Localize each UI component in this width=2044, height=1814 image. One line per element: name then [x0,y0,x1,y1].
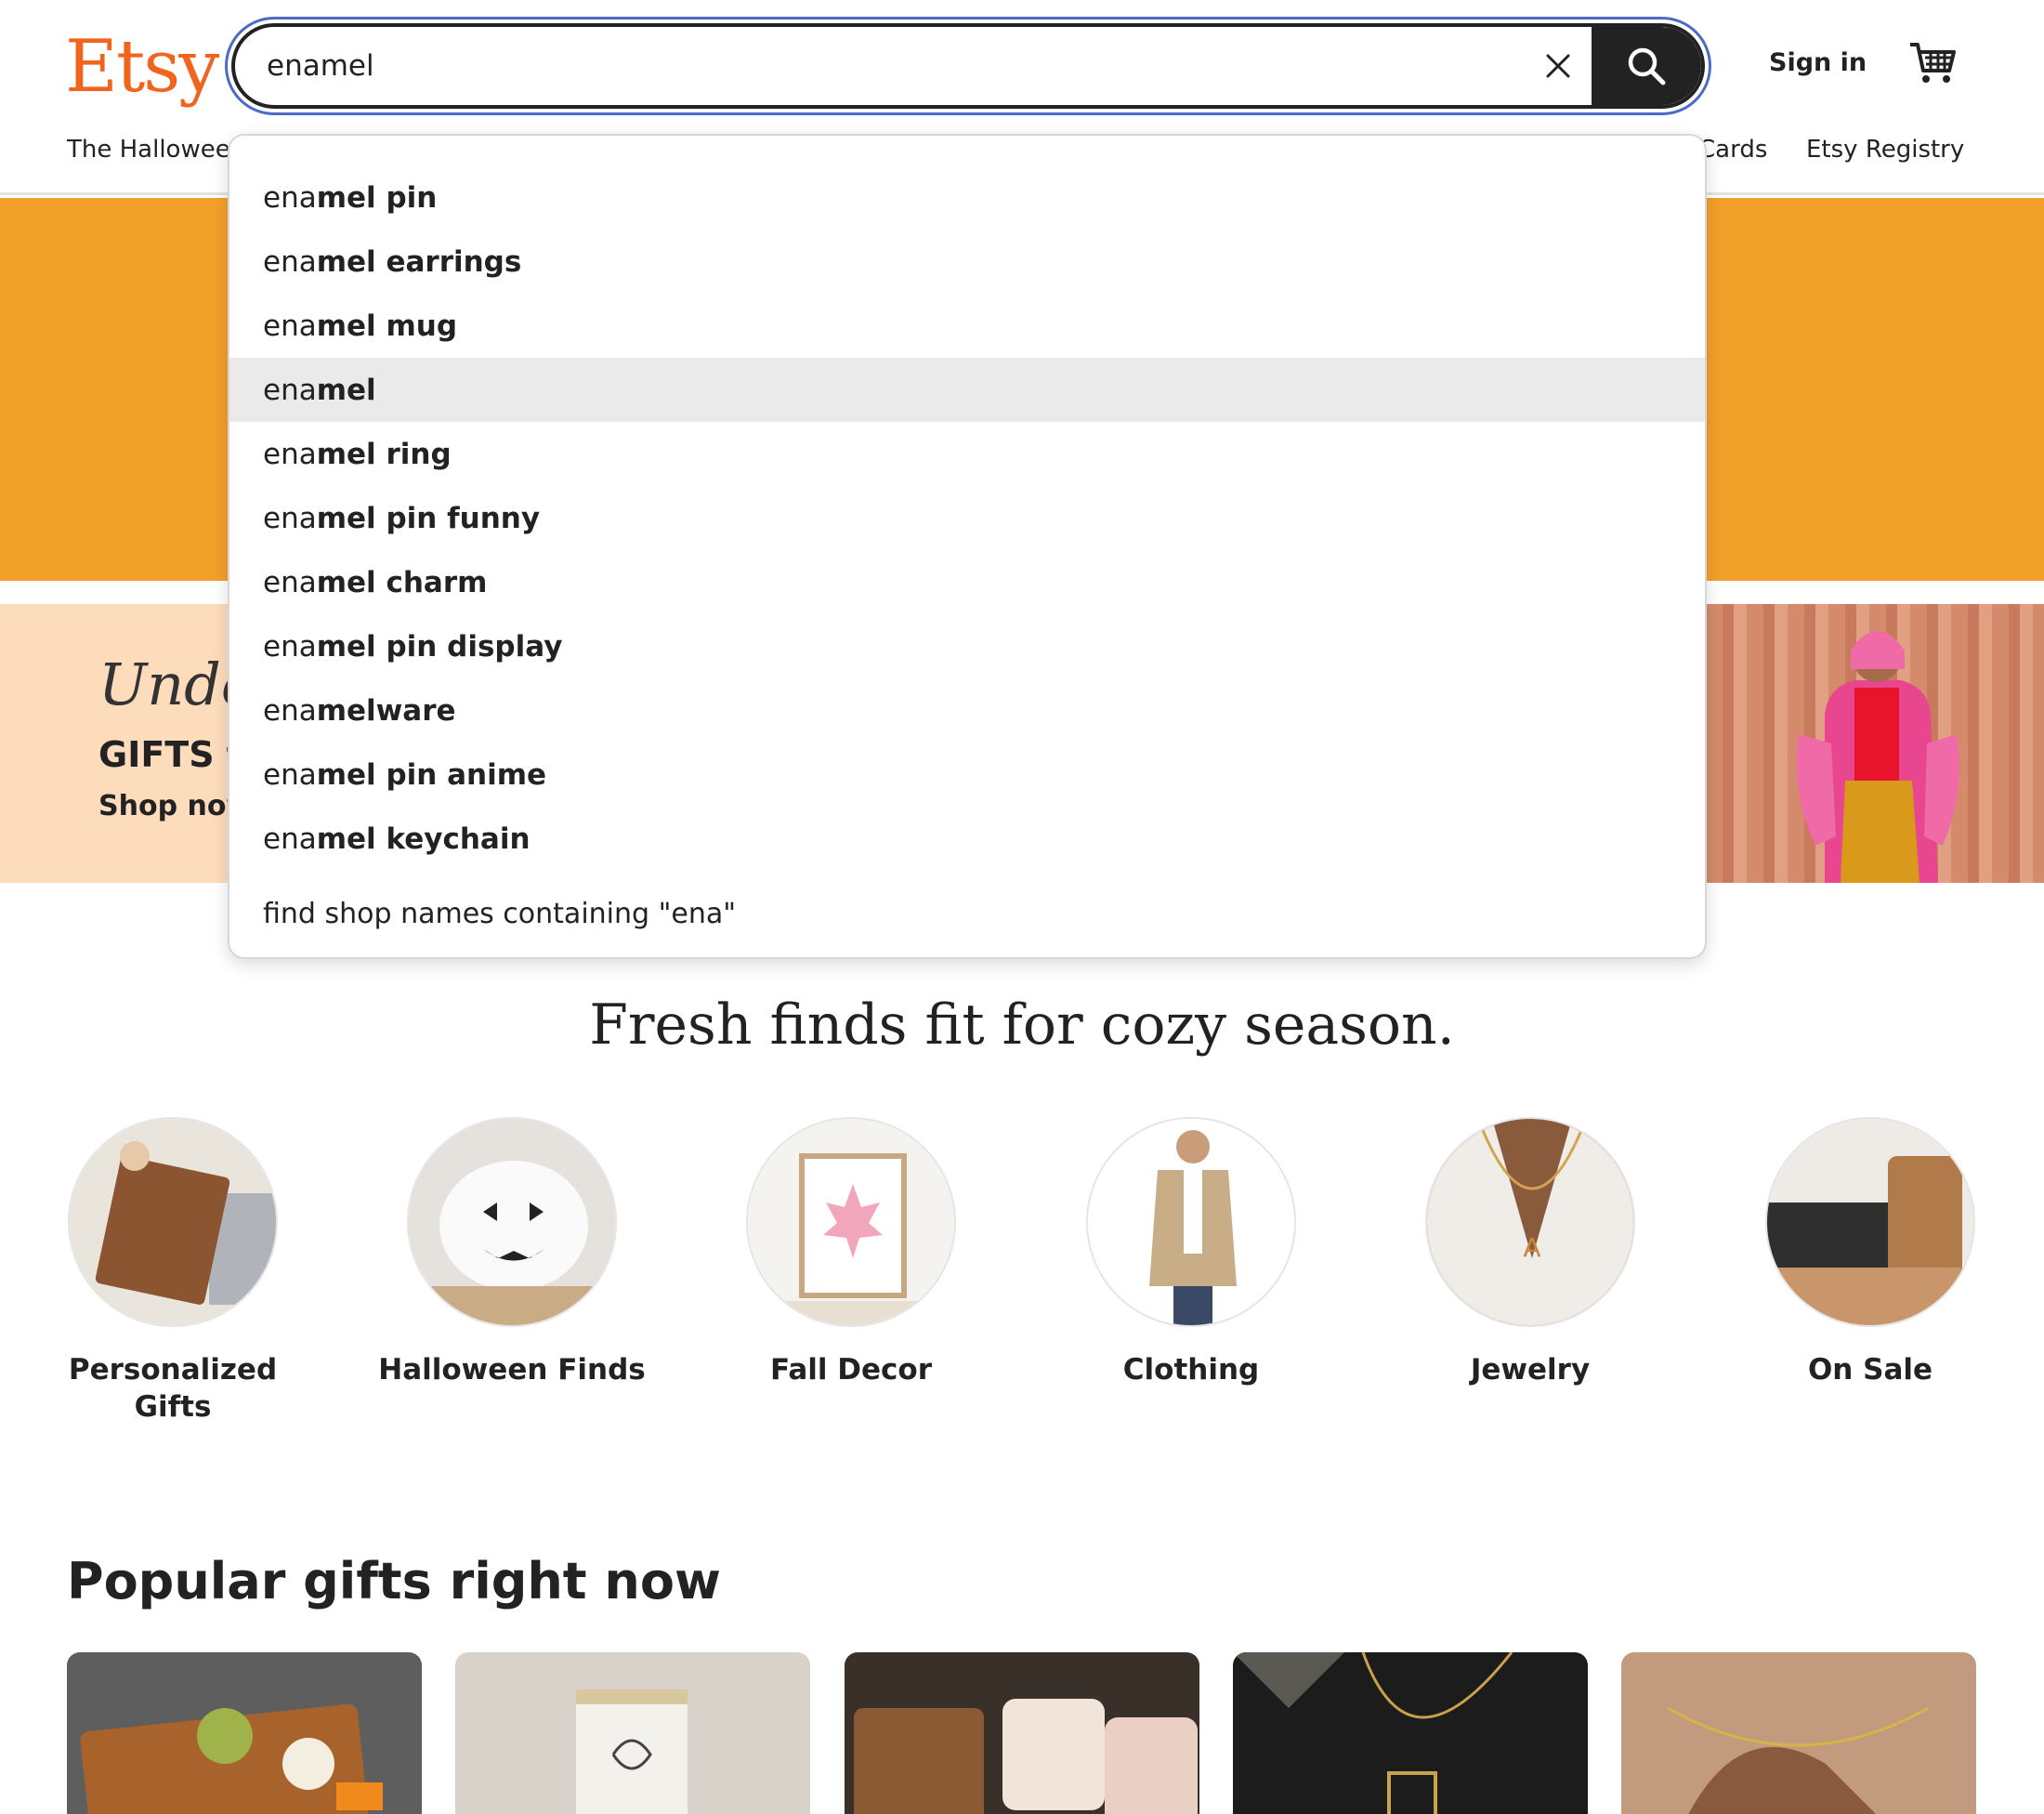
suggestion-typed-prefix: ena [263,693,317,728]
suggestion-completion: mel keychain [316,822,531,856]
search-button[interactable] [1592,27,1701,105]
suggestion-completion: mel [316,373,376,407]
category-image[interactable] [1765,1117,1975,1327]
suggestion-completion: mel pin display [316,629,563,664]
sign-in-link[interactable]: Sign in [1769,48,1867,77]
suggestion-completion: mel charm [316,565,488,599]
suggestion-completion: mel pin [316,180,438,215]
category-image[interactable] [407,1117,617,1327]
search-input[interactable] [267,27,1474,105]
category-clothing[interactable]: Clothing [1052,1117,1330,1388]
promo-shop-link[interactable]: Shop nov [98,790,244,822]
category-on-sale[interactable]: On Sale [1731,1117,2010,1388]
suggestion-completion: mel pin anime [316,757,547,792]
cheese-board-image [67,1652,422,1814]
category-label: On Sale [1807,1353,1933,1387]
section-headline: Fresh finds fit for cozy season. [589,992,1455,1058]
category-label: Personalized Gifts [68,1353,278,1424]
search-suggestions-dropdown: ena mel pin ena mel earrings ena mel mug en… [228,134,1707,959]
category-image[interactable] [1086,1117,1296,1327]
svg-text:A: A [1523,1232,1540,1263]
category-label: Fall Decor [769,1353,933,1387]
white-pumpkin-image [409,1119,615,1325]
category-image[interactable]: A [1425,1117,1635,1327]
suggestion-completion: mel ring [316,437,452,471]
glass-cup-image [455,1652,810,1814]
suggestion-completion: mel mug [316,309,458,343]
category-label: Halloween Finds [378,1353,646,1387]
leather-wallet-image [1767,1119,1973,1325]
suggestion-item[interactable]: ena mel charm [229,550,1705,614]
popular-gifts-title: Popular gifts right now [67,1552,721,1610]
suggestion-completion: mel earrings [316,244,522,279]
gold-necklace-image [1233,1652,1588,1814]
search-box [231,23,1705,109]
category-personalized-gifts[interactable]: Personalized Gifts [33,1117,312,1426]
promo-title: GIFTS t [98,734,243,775]
initial-necklace-image: A [1427,1119,1633,1325]
category-jewelry[interactable]: A Jewelry [1391,1117,1670,1388]
promo-photo [1706,604,2044,883]
nav-item-etsy-registry[interactable]: Etsy Registry [1806,136,1964,164]
suggestion-item[interactable]: ena mel earrings [229,230,1705,294]
nav-item-cards[interactable]: Cards [1698,136,1767,164]
category-label: Clothing [1122,1353,1260,1387]
category-fall-decor[interactable]: Fall Decor [712,1117,990,1388]
product-card[interactable] [1233,1652,1588,1814]
suggestion-item[interactable]: ena mel ring [229,422,1705,486]
search-bar [225,17,1711,115]
close-icon [1546,54,1570,78]
name-necklace-image [1621,1652,1976,1814]
category-image[interactable] [68,1117,278,1327]
suggestion-typed-prefix: ena [263,501,317,535]
product-card[interactable] [455,1652,810,1814]
suggestion-typed-prefix: ena [263,373,317,407]
suggestion-typed-prefix: ena [263,180,317,215]
man-in-coat-image [1088,1119,1294,1325]
suggestion-item[interactable]: ena mel pin display [229,614,1705,678]
nav-item-halloween[interactable]: The Halloween [67,136,245,164]
suggestion-item[interactable]: ena mel pin [229,165,1705,230]
suggestion-item[interactable]: ena mel keychain [229,807,1705,871]
product-card[interactable] [1621,1652,1976,1814]
category-image[interactable] [746,1117,956,1327]
maple-leaf-print-image [748,1119,954,1325]
suggestion-typed-prefix: ena [263,309,317,343]
cart-icon [1910,43,1956,83]
suggestion-typed-prefix: ena [263,437,317,471]
etsy-logo[interactable]: Etsy [65,20,219,113]
suggestion-item[interactable]: ena melware [229,678,1705,743]
person-in-pink-jacket-image [1796,631,1959,883]
category-label: Jewelry [1470,1353,1591,1387]
cart-button[interactable] [1906,37,1959,89]
suggestion-completion: melware [316,693,456,728]
product-card[interactable] [67,1652,422,1814]
suggestion-typed-prefix: ena [263,757,317,792]
suggestion-item-highlighted[interactable]: ena mel [229,358,1705,422]
suggestion-completion: mel pin funny [316,501,541,535]
find-shop-names-item[interactable]: find shop names containing "ena" [229,882,1705,946]
jewelry-box-image [845,1652,1199,1814]
suggestion-item[interactable]: ena mel pin funny [229,486,1705,550]
suggestion-typed-prefix: ena [263,629,317,664]
suggestion-typed-prefix: ena [263,244,317,279]
category-halloween-finds[interactable]: Halloween Finds [373,1117,651,1388]
suggestion-item[interactable]: ena mel mug [229,294,1705,358]
suggestion-typed-prefix: ena [263,822,317,856]
product-card[interactable] [845,1652,1199,1814]
suggestion-typed-prefix: ena [263,565,317,599]
recipe-book-image [70,1119,276,1325]
suggestion-item[interactable]: ena mel pin anime [229,743,1705,807]
clear-search-button[interactable] [1521,27,1595,105]
search-icon [1628,47,1666,85]
